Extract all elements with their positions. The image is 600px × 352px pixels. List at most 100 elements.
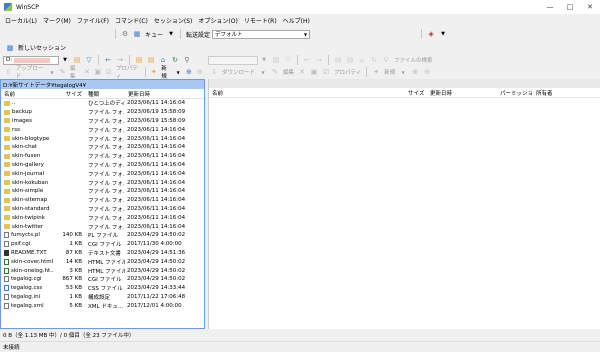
minimize-button[interactable]: — [540, 0, 560, 14]
file-row[interactable]: skin-fusen ファイル フォ... 2023/06/11 14:16:04 [1, 152, 204, 161]
chevron-down-icon[interactable]: ▼ [259, 55, 269, 65]
edit-button[interactable]: 編集 [283, 68, 294, 76]
file-row[interactable]: README.TXT 87 KB テキスト文書 2023/04/29 14:51:36 [1, 249, 204, 258]
deselect-icon[interactable]: ⊖ [195, 67, 204, 77]
column-size[interactable]: サイズ [405, 89, 427, 97]
find-icon[interactable]: ⚲ [182, 55, 192, 65]
remote-path-select[interactable] [208, 55, 258, 65]
local-file-panel[interactable]: D:¥新サイトデータ¥tegalogV4¥ 名前 サイズ 種類 更新日時 .. ひ… [0, 79, 205, 329]
file-row[interactable]: rss ファイル フォ... 2023/06/11 14:16:04 [1, 125, 204, 134]
file-row[interactable]: skin-cover.html 14 KB HTML ファイル 2023/04/29 … [1, 257, 204, 266]
queue-button[interactable]: キュー [145, 30, 163, 39]
properties-button[interactable]: プロパティ [116, 64, 140, 80]
refresh-icon[interactable]: ↻ [369, 55, 379, 65]
file-row[interactable]: skin-twipink ファイル フォ... 2023/06/11 14:16:0… [1, 213, 204, 222]
chevron-down-icon[interactable]: ▼ [258, 67, 268, 77]
column-modified[interactable]: 更新日時 [427, 89, 497, 97]
chevron-down-icon[interactable]: ▼ [60, 55, 70, 65]
file-row[interactable]: skin-journal ファイル フォ... 2023/06/11 14:16:0… [1, 169, 204, 178]
deselect-icon[interactable]: ⊖ [422, 67, 432, 77]
file-row[interactable]: fumycts.pl 140 KB PL ファイル 2023/04/29 14:50:… [1, 231, 204, 240]
file-icon [4, 249, 9, 256]
edit-button[interactable]: 編集 [70, 64, 80, 80]
chevron-down-icon[interactable]: ▼ [438, 29, 448, 39]
remote-action-toolbar: ⇩ ダウンロード ▼ ✎ 編集 ✕ ▣ ☑ プロパティ ✦ 新規 ▼ ⊕ ⊖ [208, 66, 600, 78]
delete-icon[interactable]: ✕ [297, 67, 307, 77]
chevron-down-icon[interactable]: ▼ [48, 67, 57, 77]
select-all-icon[interactable]: ⊕ [185, 67, 194, 77]
new-button[interactable]: 新規 [161, 64, 171, 80]
column-permissions[interactable]: パーミッション [497, 89, 533, 97]
close-button[interactable]: ✕ [580, 0, 600, 14]
menu-command[interactable]: コマンド(C) [112, 16, 151, 25]
menu-session[interactable]: セッション(S) [151, 16, 196, 25]
rename-icon[interactable]: ▣ [93, 67, 102, 77]
file-row[interactable]: skin-gallery ファイル フォ... 2023/06/11 14:16:0… [1, 161, 204, 170]
select-all-icon[interactable]: ⊕ [410, 67, 420, 77]
find-files-button[interactable]: ファイルの検索 [394, 56, 433, 64]
file-row[interactable]: skin-chat ファイル フォ... 2023/06/11 14:16:04 [1, 143, 204, 152]
delete-icon[interactable]: ✕ [83, 67, 92, 77]
refresh-icon[interactable]: ↻ [170, 55, 180, 65]
filter-icon[interactable]: ▽ [283, 55, 293, 65]
upload-button[interactable]: アップロード [16, 64, 45, 80]
file-row[interactable]: psif.cgi 1 KB CGI ファイル 2017/11/30 4:00:00 [1, 240, 204, 249]
download-button[interactable]: ダウンロード [222, 68, 255, 76]
file-row[interactable]: tegalog.css 53 KB CSS ファイル 2023/04/29 14:33… [1, 284, 204, 293]
file-row[interactable]: images ファイル フォ... 2023/06/19 15:58:09 [1, 117, 204, 126]
new-button[interactable]: 新規 [384, 68, 395, 76]
file-row[interactable]: skin-kokuban ファイル フォ... 2023/06/11 14:16:0… [1, 178, 204, 187]
properties-icon: ☑ [322, 68, 330, 76]
file-modified: 2023/06/11 14:16:04 [127, 214, 186, 221]
maximize-button[interactable]: □ [560, 0, 580, 14]
transfer-settings-select[interactable]: デフォルト ▼ [212, 29, 311, 39]
open-folder-icon[interactable]: ▤ [271, 55, 281, 65]
chevron-down-icon[interactable]: ▼ [166, 29, 176, 39]
menu-mark[interactable]: マーク(M) [40, 16, 74, 25]
file-row[interactable]: skin-onelog.ht... 3 KB HTML ファイル 2023/04/29… [1, 266, 204, 275]
file-row[interactable]: backup ファイル フォ... 2023/06/19 15:58:09 [1, 108, 204, 117]
chevron-down-icon[interactable]: ▼ [398, 67, 408, 77]
column-owner[interactable]: 所有者 [533, 89, 563, 97]
file-row[interactable]: skin-simple ファイル フォ... 2023/06/11 14:16:04 [1, 187, 204, 196]
properties-button[interactable]: プロパティ [334, 68, 361, 76]
menu-file[interactable]: ファイル(F) [74, 16, 112, 25]
file-size: 87 KB [65, 249, 82, 256]
file-row[interactable]: tegalog.cgi 867 KB CGI ファイル 2023/04/29 14:5… [1, 275, 204, 284]
new-session-icon[interactable]: ▩ [5, 43, 15, 53]
column-name[interactable]: 名前 [1, 90, 53, 98]
sync-icon[interactable]: ⚙ [120, 29, 130, 39]
home-icon[interactable]: ⌂ [357, 55, 367, 65]
menu-remote[interactable]: リモート(R) [241, 16, 280, 25]
file-row[interactable]: skin-standard ファイル フォ... 2023/06/11 14:16:… [1, 205, 204, 214]
column-type[interactable]: 種類 [85, 90, 125, 98]
back-icon[interactable]: ← [302, 55, 312, 65]
menu-local[interactable]: ローカル(L) [2, 16, 40, 25]
parent-folder-icon[interactable]: ▤ [333, 55, 343, 65]
remote-file-panel[interactable]: 名前 サイズ 更新日時 パーミッション 所有者 [208, 79, 600, 329]
root-folder-icon[interactable]: ▤ [146, 55, 156, 65]
column-modified[interactable]: 更新日時 [125, 90, 203, 98]
chevron-down-icon[interactable]: ▼ [174, 67, 183, 77]
file-name: skin-onelog.ht... [11, 267, 53, 274]
column-name[interactable]: 名前 [209, 89, 405, 97]
rename-icon[interactable]: ▣ [309, 67, 319, 77]
forward-icon[interactable]: → [314, 55, 324, 65]
menu-help[interactable]: ヘルプ(H) [280, 16, 313, 25]
queue-icon[interactable]: ▦ [132, 29, 142, 39]
file-row[interactable]: skin-twitter ファイル フォ... 2023/06/11 14:16:0… [1, 222, 204, 231]
root-folder-icon[interactable]: ▤ [345, 55, 355, 65]
file-row[interactable]: skin-blogtype ファイル フォ... 2023/06/11 14:16:… [1, 134, 204, 143]
filter-icon[interactable]: ▽ [84, 55, 94, 65]
find-icon[interactable]: ⚲ [381, 55, 391, 65]
menu-options[interactable]: オプション(O) [195, 16, 240, 25]
file-row[interactable]: .. ひとつ上のディ...2023/06/11 14:16:04 [1, 99, 204, 108]
back-icon[interactable]: ← [103, 55, 113, 65]
file-row[interactable]: tegalog.xml 5 KB XML ドキュ... 2017/12/01 4:00… [1, 301, 204, 310]
file-row[interactable]: skin-sitemap ファイル フォ... 2023/06/11 14:16:0… [1, 196, 204, 205]
column-size[interactable]: サイズ [53, 90, 85, 98]
file-name-cell: skin-journal [1, 171, 53, 177]
transfer-options-icon[interactable]: ◈ [426, 29, 436, 39]
file-row[interactable]: tegalog.ini 1 KB 構成設定 2017/11/22 17:06:48 [1, 293, 204, 302]
new-session-tab[interactable]: 新しいセッション [18, 43, 66, 52]
